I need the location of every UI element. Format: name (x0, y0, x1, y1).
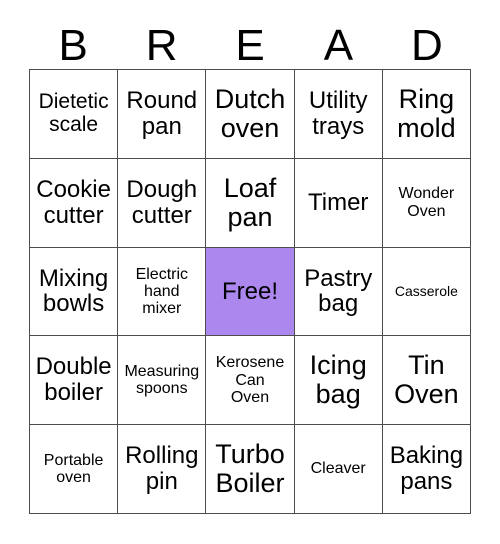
bingo-cell[interactable]: Wonder Oven (382, 158, 471, 248)
bingo-cell-label: Double boiler (35, 353, 112, 407)
bingo-cell[interactable]: Portable oven (30, 425, 119, 514)
bingo-cell[interactable]: Ring mold (382, 70, 471, 159)
bingo-cell[interactable]: Tin Oven (382, 336, 471, 426)
bingo-cell-label: Turbo Boiler (215, 438, 285, 499)
header-letter-e: E (235, 21, 265, 70)
bingo-cell-label: Cookie cutter (36, 175, 111, 229)
header-letter-b: B (58, 21, 88, 70)
bingo-cell-label: Dough cutter (126, 175, 198, 229)
bingo-cell-label: Measuring spoons (124, 363, 200, 398)
bingo-cell-label: Portable oven (43, 451, 104, 487)
bingo-cell[interactable]: Measuring spoons (118, 336, 207, 426)
bingo-cell[interactable]: Dough cutter (118, 158, 207, 248)
bingo-cell-label: Free! (221, 277, 278, 305)
bingo-cell[interactable]: Mixing bowls (30, 247, 119, 337)
bingo-card: B R E A D Dietetic scale Round pan Dutch o… (0, 0, 500, 544)
bingo-cell-label: Casserole (394, 282, 458, 299)
bingo-cell[interactable]: Dutch oven (206, 70, 295, 159)
bingo-header-row: B R E A D (29, 12, 471, 69)
bingo-cell[interactable]: Baking pans (382, 425, 471, 514)
bingo-grid: Dietetic scale Round pan Dutch oven Utility… (29, 69, 471, 514)
bingo-cell-label: Loaf pan (223, 172, 277, 232)
bingo-cell-label: Ring mold (397, 83, 456, 143)
header-letter-d: D (410, 21, 443, 70)
bingo-cell-label: Kerosene Can Oven (215, 354, 285, 406)
bingo-cell[interactable]: Electric hand mixer (118, 247, 207, 337)
bingo-cell[interactable]: Kerosene Can Oven (206, 336, 295, 426)
bingo-cell[interactable]: Cookie cutter (30, 158, 119, 248)
bingo-cell[interactable]: Dietetic scale (30, 70, 119, 159)
bingo-cell[interactable]: Double boiler (30, 336, 119, 426)
bingo-cell[interactable]: Casserole (382, 247, 471, 337)
bingo-cell-label: Wonder Oven (398, 185, 455, 220)
bingo-cell[interactable]: Rolling pin (118, 425, 207, 514)
bingo-cell[interactable]: Cleaver (294, 425, 383, 514)
bingo-cell-label: Utility trays (308, 86, 368, 140)
bingo-cell[interactable]: Timer (294, 158, 383, 248)
bingo-cell-label: Round pan (126, 86, 198, 140)
bingo-cell-free[interactable]: Free! (206, 247, 295, 337)
bingo-cell-label: Electric hand mixer (135, 265, 189, 318)
bingo-cell-label: Tin Oven (394, 350, 459, 410)
bingo-cell-label: Baking pans (389, 442, 464, 496)
bingo-cell[interactable]: Pastry bag (294, 247, 383, 337)
bingo-cell-label: Icing bag (309, 350, 367, 410)
bingo-cell-label: Dietetic scale (38, 90, 109, 136)
bingo-cell-label: Rolling pin (125, 442, 199, 496)
bingo-cell[interactable]: Loaf pan (206, 158, 295, 248)
bingo-cell-label: Cleaver (310, 460, 366, 478)
bingo-cell[interactable]: Round pan (118, 70, 207, 159)
bingo-cell[interactable]: Utility trays (294, 70, 383, 159)
header-letter-a: A (323, 21, 354, 70)
bingo-cell-label: Mixing bowls (38, 264, 109, 318)
bingo-cell[interactable]: Turbo Boiler (206, 425, 295, 514)
bingo-cell-label: Timer (307, 188, 369, 216)
bingo-cell-label: Dutch oven (214, 83, 286, 143)
bingo-cell[interactable]: Icing bag (294, 336, 383, 426)
bingo-cell-label: Pastry bag (304, 264, 373, 318)
header-letter-r: R (145, 21, 178, 70)
